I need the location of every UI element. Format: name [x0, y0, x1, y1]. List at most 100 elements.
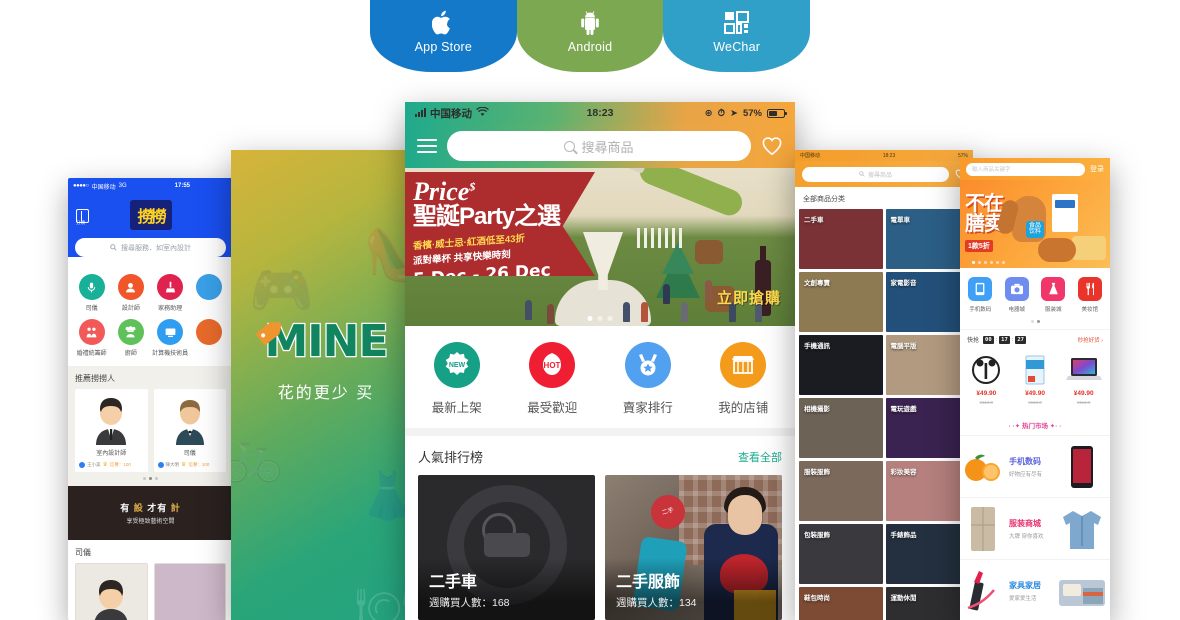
grid-cell[interactable]: 二手車 [799, 209, 883, 269]
promo-text-d: 計 [170, 503, 181, 513]
search-input[interactable]: 搜尋商品 [447, 131, 751, 161]
download-tab-label: Android [567, 40, 613, 54]
person-role: 室內設計師 [96, 451, 127, 457]
quick-action-newest[interactable]: NEW 最新上架 [409, 342, 505, 416]
banner-dots[interactable] [972, 261, 1005, 264]
banner-carousel-dots[interactable] [587, 316, 613, 321]
battery-label: 57% [742, 107, 762, 119]
category-item[interactable]: 美妆馆 [1072, 277, 1109, 313]
barrel [695, 240, 723, 264]
quick-action-popular[interactable]: HOT 最受歡迎 [505, 342, 601, 416]
cell-label: 運動休閒 [890, 595, 917, 602]
search-input[interactable]: 輸入商品关键字 [966, 162, 1085, 176]
list-item[interactable] [153, 563, 226, 620]
banner-brand: Price$ [413, 177, 476, 206]
promo-banner[interactable]: 不在 膳卖 1款5折 食品 饮料 [960, 180, 1110, 268]
category-item[interactable]: 司儀 [72, 274, 111, 312]
grid-cell[interactable]: 包裝服飾 [799, 524, 883, 584]
flash-label: 快抢 [967, 338, 980, 344]
status-bar: 中国移动 18:23 57% [795, 150, 973, 161]
market-row[interactable]: 家具家居 爱家爱生活 [960, 559, 1110, 620]
category-label: 电器城 [1008, 307, 1025, 313]
grid-cell[interactable]: 運動休閒 [885, 587, 969, 620]
market-row[interactable]: 手机数码 好物应有尽有 [960, 435, 1110, 497]
category-item[interactable]: 家務助理 [151, 274, 190, 312]
category-item[interactable]: 手机数码 [962, 277, 999, 313]
list-item[interactable] [75, 563, 148, 620]
category-item[interactable]: 婚禮統籌師 [72, 319, 111, 357]
download-tab-app-store[interactable]: App Store [370, 0, 517, 72]
category-grid: 司儀 設計師 家務助理 婚禮統籌師 廚師 計算機技術員 [68, 264, 233, 366]
category-item[interactable]: 电器城 [999, 277, 1036, 313]
hamburger-icon[interactable] [417, 135, 437, 157]
quick-actions: NEW 最新上架 HOT 最受歡迎 賣家排行 我的店铺 [405, 326, 795, 428]
person-card[interactable]: 室內設計師 王小美 ♛ 信譽：100 [75, 389, 148, 472]
ranking-header: 人氣排行榜 查看全部 [405, 436, 795, 475]
fence [637, 228, 683, 248]
promo-banner[interactable]: 有 設 才有 計 享受極致藝術空間 [68, 486, 233, 540]
toothpaste-box-icon [1016, 353, 1054, 387]
category-item[interactable]: 計算機技術員 [151, 319, 190, 357]
grid-cell[interactable]: 電單車 [885, 209, 969, 269]
grid-cell[interactable]: 文創專賣 [799, 272, 883, 332]
person-name: 陳大明 [165, 461, 180, 467]
view-all-link[interactable]: 查看全部 [738, 449, 782, 465]
category-label: 服装城 [1044, 307, 1062, 313]
heart-icon[interactable] [761, 136, 783, 156]
banner-cta-button[interactable]: 立即搶購 [717, 287, 781, 308]
flash-item[interactable]: ¥49.90 ¥112.0 [962, 353, 1011, 405]
grid-cell[interactable]: 彩妝美容 [885, 461, 969, 521]
product-card-used-fashion[interactable]: 二手 二手服飾 週購買人數：134 [605, 475, 782, 620]
grid-cell[interactable]: 家電影音 [885, 272, 969, 332]
cell-label: 電玩遊戲 [890, 406, 917, 413]
product-card-used-car[interactable]: 二手車 週購買人數：168 [418, 475, 595, 620]
grid-cell[interactable]: 手機通訊 [799, 335, 883, 395]
new-badge-icon: NEW [433, 342, 480, 388]
category-item[interactable] [190, 274, 229, 312]
download-tab-android[interactable]: Android [516, 0, 664, 72]
grid-cell[interactable]: 服裝服飾 [799, 461, 883, 521]
category-pager[interactable] [960, 317, 1110, 329]
flash-item[interactable]: ¥49.90 ¥112.0 [1011, 353, 1060, 405]
quick-action-seller-rank[interactable]: 賣家排行 [600, 342, 696, 416]
grid-cell[interactable]: 鞋包時尚 [799, 587, 883, 620]
screenshot-root: App Store Android WeChar ●●●●○ 中国移动 3G 1… [0, 0, 1180, 620]
phone-screen-service-app: ●●●●○ 中国移动 3G 17:55 分類 撈撈 搜尋服務．如室內設計 司儀 [68, 178, 233, 620]
camera-icon [1004, 277, 1029, 301]
medal-icon [624, 342, 671, 388]
grid-cell[interactable]: 電腦平版 [885, 335, 969, 395]
time-label: 17:55 [174, 183, 190, 189]
flash-more-link[interactable]: 秒抢好货 › [1078, 336, 1103, 344]
person-role: 司儀 [183, 451, 196, 457]
category-item[interactable] [190, 319, 229, 357]
cell-label: 彩妝美容 [890, 469, 917, 476]
tagline: 花的更少 买 [277, 385, 375, 402]
promo-banner[interactable]: Price$ 聖誕Party之選 香檳·威士忌·紅酒低至43折 派對舉杯 共享快… [405, 168, 795, 326]
person-card[interactable]: 司儀 陳大明 ♛ 信譽：100 [153, 389, 226, 472]
app-header: 搜尋商品 [405, 124, 795, 168]
category-label: 司儀 [85, 306, 98, 312]
search-input[interactable]: 搜尋服務．如室內設計 [75, 238, 226, 257]
brand-sup: $ [469, 179, 476, 194]
search-icon [110, 244, 117, 251]
grid-cell[interactable]: 電玩遊戲 [885, 398, 969, 458]
category-item[interactable]: 設計師 [111, 274, 150, 312]
cell-label: 手機通訊 [804, 343, 830, 350]
category-label: 計算機技術員 [152, 351, 189, 357]
search-input[interactable]: 搜尋商品 [802, 166, 949, 182]
old-price: ¥112.0 [1028, 400, 1042, 405]
chef-icon [117, 319, 144, 345]
carousel-dots[interactable] [75, 472, 226, 483]
storefront-icon [720, 342, 767, 388]
login-button[interactable]: 登录 [1090, 164, 1104, 174]
grid-cell[interactable]: 手錶飾品 [885, 524, 969, 584]
quick-action-my-shop[interactable]: 我的店铺 [696, 342, 792, 416]
flash-item[interactable]: ¥49.90 ¥112.0 [1059, 353, 1108, 405]
download-tab-wechat[interactable]: WeChar [663, 0, 811, 72]
grid-cell[interactable]: 相機攝影 [799, 398, 883, 458]
category-item[interactable]: 廚師 [111, 319, 150, 357]
category-label: 手机数码 [969, 307, 992, 313]
category-item[interactable]: 服装城 [1035, 277, 1072, 313]
market-row[interactable]: 服装商城 大牌 穿你喜欢 [960, 497, 1110, 559]
cell-label: 手錶飾品 [890, 532, 917, 539]
